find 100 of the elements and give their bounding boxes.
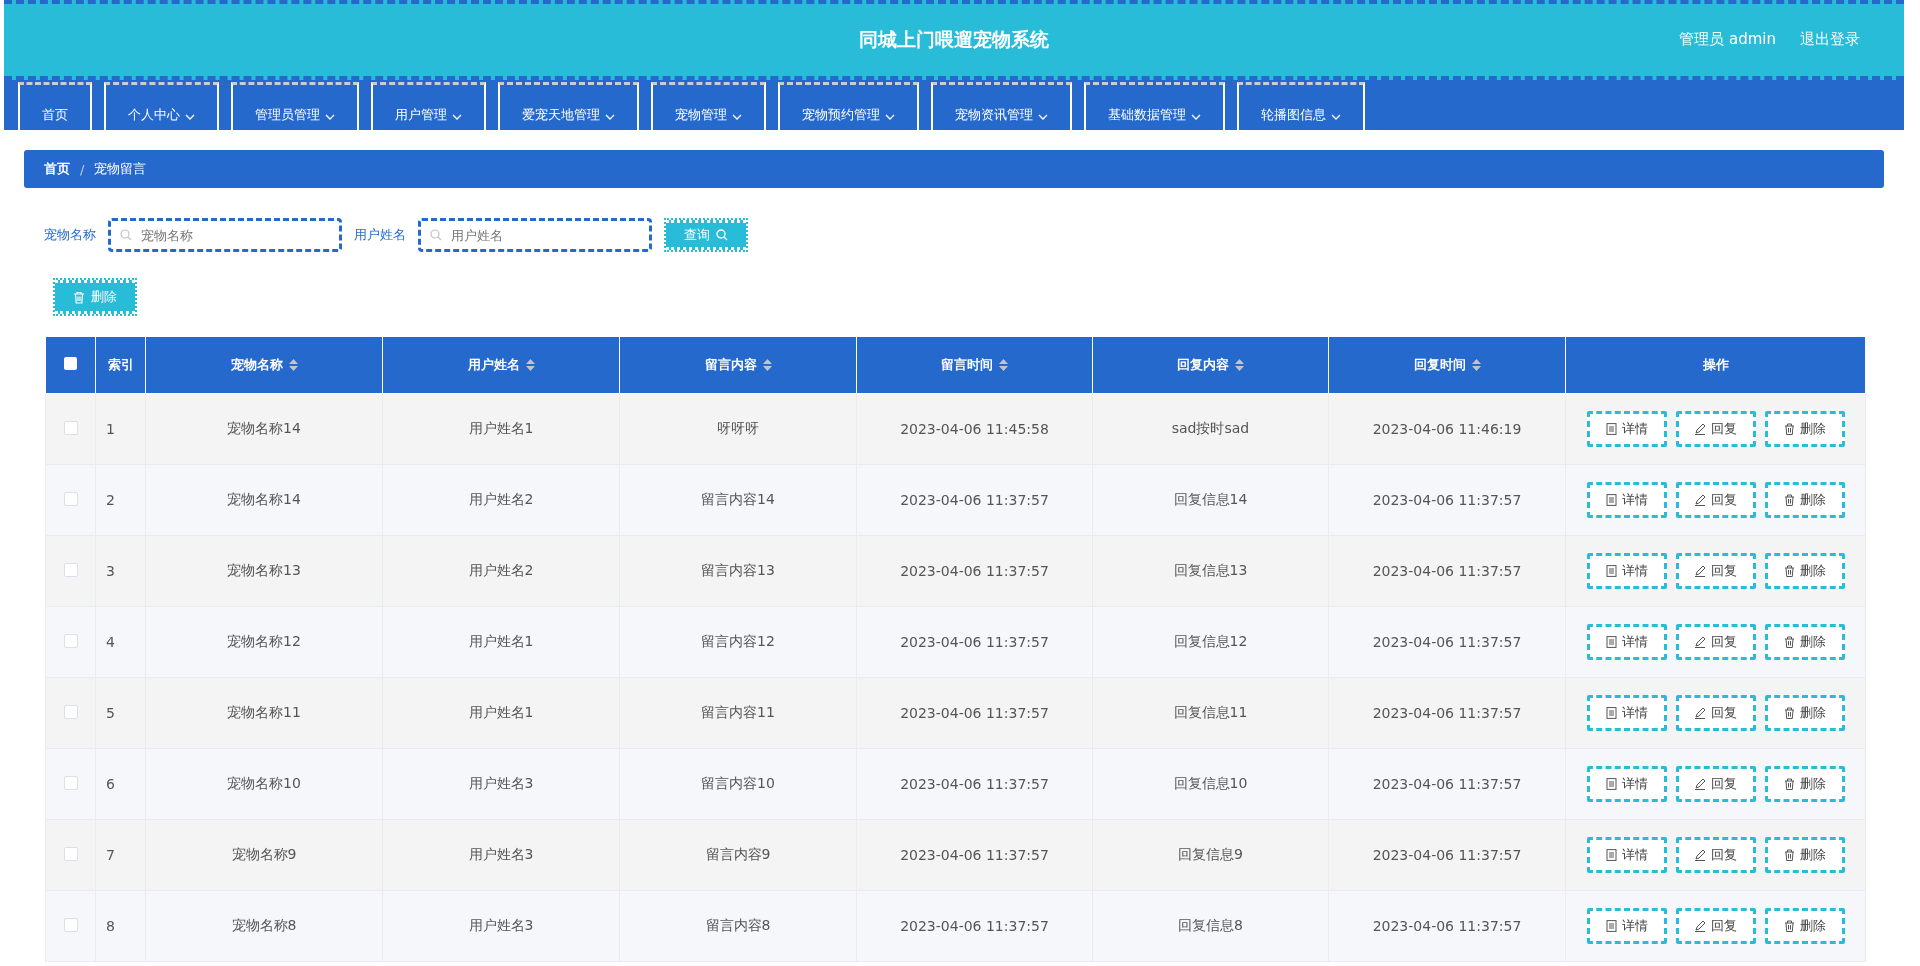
table-cell: 回复信息13	[1092, 535, 1329, 607]
table-cell: 2023-04-06 11:37:57	[856, 535, 1093, 607]
nav-item[interactable]: 基础数据管理	[1084, 82, 1225, 130]
nav-item[interactable]: 轮播图信息	[1237, 82, 1365, 130]
column-title: 回复时间	[1413, 356, 1466, 374]
table-cell: 回复信息10	[1092, 748, 1329, 820]
breadcrumb-separator: /	[80, 161, 85, 177]
table-cell: 7	[95, 819, 146, 891]
table-cell: 宠物名称9	[145, 819, 383, 891]
table-cell: 留言内容8	[619, 890, 857, 962]
table-cell: 宠物名称14	[145, 393, 383, 465]
table-cell: 6	[95, 748, 146, 820]
action-button[interactable]: 回复	[1675, 411, 1756, 447]
table-cell: 用户姓名1	[382, 606, 620, 678]
action-button[interactable]: 回复	[1675, 695, 1756, 731]
action-button[interactable]: 详情	[1586, 624, 1667, 660]
table-cell: 用户姓名3	[382, 819, 620, 891]
table-cell: 用户姓名2	[382, 464, 620, 536]
table-cell: 2023-04-06 11:37:57	[856, 677, 1093, 749]
table-cell: 用户姓名1	[382, 677, 620, 749]
action-button[interactable]: 详情	[1586, 411, 1667, 447]
user-label: 管理员 admin	[1679, 30, 1776, 49]
table-cell: 2023-04-06 11:45:58	[856, 393, 1093, 465]
column-title: 回复内容	[1177, 356, 1229, 374]
table-cell: 2023-04-06 11:37:57	[1328, 748, 1566, 820]
field-label: 用户姓名	[354, 226, 406, 244]
action-button[interactable]: 回复	[1675, 908, 1756, 944]
column-title: 留言时间	[941, 356, 993, 374]
action-button[interactable]: 详情	[1586, 553, 1667, 589]
table-cell: 2023-04-06 11:37:57	[856, 606, 1093, 678]
action-button[interactable]: 删除	[1764, 908, 1845, 944]
table-cell: 回复信息11	[1092, 677, 1329, 749]
action-button[interactable]: 回复	[1675, 766, 1756, 802]
action-button[interactable]: 回复	[1675, 624, 1756, 660]
table-cell: 2	[95, 464, 146, 536]
action-button[interactable]: 详情	[1586, 695, 1667, 731]
table-cell: 2023-04-06 11:46:19	[1328, 393, 1566, 465]
table-cell: 1	[95, 393, 146, 465]
table-cell: 3	[95, 535, 146, 607]
action-button[interactable]: 回复	[1675, 837, 1756, 873]
breadcrumb-link[interactable]: 宠物留言	[94, 160, 147, 178]
nav-item[interactable]: 管理员管理	[231, 82, 359, 130]
nav-item[interactable]: 爱宠天地管理	[498, 82, 639, 130]
system-title: 同城上门喂遛宠物系统	[859, 27, 1049, 52]
column-title: 索引	[107, 356, 134, 374]
nav-item[interactable]: 宠物资讯管理	[931, 82, 1072, 130]
action-button[interactable]: 回复	[1675, 482, 1756, 518]
table-cell: 宠物名称11	[145, 677, 383, 749]
action-button[interactable]: 删除	[1764, 553, 1845, 589]
table-cell: 宠物名称12	[145, 606, 383, 678]
action-button[interactable]: 详情	[1586, 908, 1667, 944]
table-cell: 2023-04-06 11:37:57	[856, 464, 1093, 536]
table-cell: 宠物名称14	[145, 464, 383, 536]
table-cell: 5	[95, 677, 146, 749]
action-button[interactable]: 回复	[1675, 553, 1756, 589]
table-cell: 4	[95, 606, 146, 678]
nav-item[interactable]: 首页	[18, 82, 92, 130]
action-button[interactable]: 详情	[1586, 837, 1667, 873]
table-cell: 2023-04-06 11:37:57	[1328, 464, 1566, 536]
table-cell: 用户姓名3	[382, 748, 620, 820]
table-cell: 回复信息8	[1092, 890, 1329, 962]
table-cell: 用户姓名1	[382, 393, 620, 465]
action-button[interactable]: 删除	[1764, 766, 1845, 802]
table-cell: 宠物名称10	[145, 748, 383, 820]
table-cell: 呀呀呀	[619, 393, 857, 465]
table-cell: sad按时sad	[1092, 393, 1329, 465]
search-field[interactable]: 宠物名称	[108, 218, 342, 252]
table-cell: 2023-04-06 11:37:57	[1328, 890, 1566, 962]
column-title: 留言内容	[704, 356, 757, 374]
table-cell: 用户姓名3	[382, 890, 620, 962]
action-button[interactable]: 删除	[1764, 695, 1845, 731]
column-title: 宠物名称	[230, 356, 283, 374]
nav-item[interactable]: 用户管理	[371, 82, 486, 130]
table-cell: 2023-04-06 11:37:57	[1328, 535, 1566, 607]
action-button[interactable]: 删除	[1764, 624, 1845, 660]
action-button[interactable]: 删除	[1764, 482, 1845, 518]
action-button[interactable]: 详情	[1586, 766, 1667, 802]
table-cell: 2023-04-06 11:37:57	[1328, 819, 1566, 891]
search-field[interactable]: 用户姓名	[418, 218, 652, 252]
table-cell: 回复信息14	[1092, 464, 1329, 536]
table-cell: 宠物名称13	[145, 535, 383, 607]
table-cell: 8	[95, 890, 146, 962]
table-cell: 2023-04-06 11:37:57	[856, 819, 1093, 891]
table-cell: 回复信息9	[1092, 819, 1329, 891]
table-cell: 2023-04-06 11:37:57	[1328, 606, 1566, 678]
table-cell: 留言内容12	[619, 606, 857, 678]
column-title: 操作	[1702, 356, 1729, 374]
table-cell: 留言内容13	[619, 535, 857, 607]
table-cell: 留言内容9	[619, 819, 857, 891]
column-title: 用户姓名	[467, 356, 520, 374]
nav-item[interactable]: 宠物预约管理	[778, 82, 919, 130]
nav-item[interactable]: 宠物管理	[651, 82, 766, 130]
table-cell: 回复信息12	[1092, 606, 1329, 678]
field-label: 宠物名称	[44, 226, 96, 244]
breadcrumb-link[interactable]: 首页	[44, 160, 70, 178]
action-button[interactable]: 删除	[1764, 837, 1845, 873]
action-button[interactable]: 删除	[1764, 411, 1845, 447]
table-cell: 宠物名称8	[145, 890, 383, 962]
nav-item[interactable]: 个人中心	[104, 82, 219, 130]
action-button[interactable]: 详情	[1586, 482, 1667, 518]
